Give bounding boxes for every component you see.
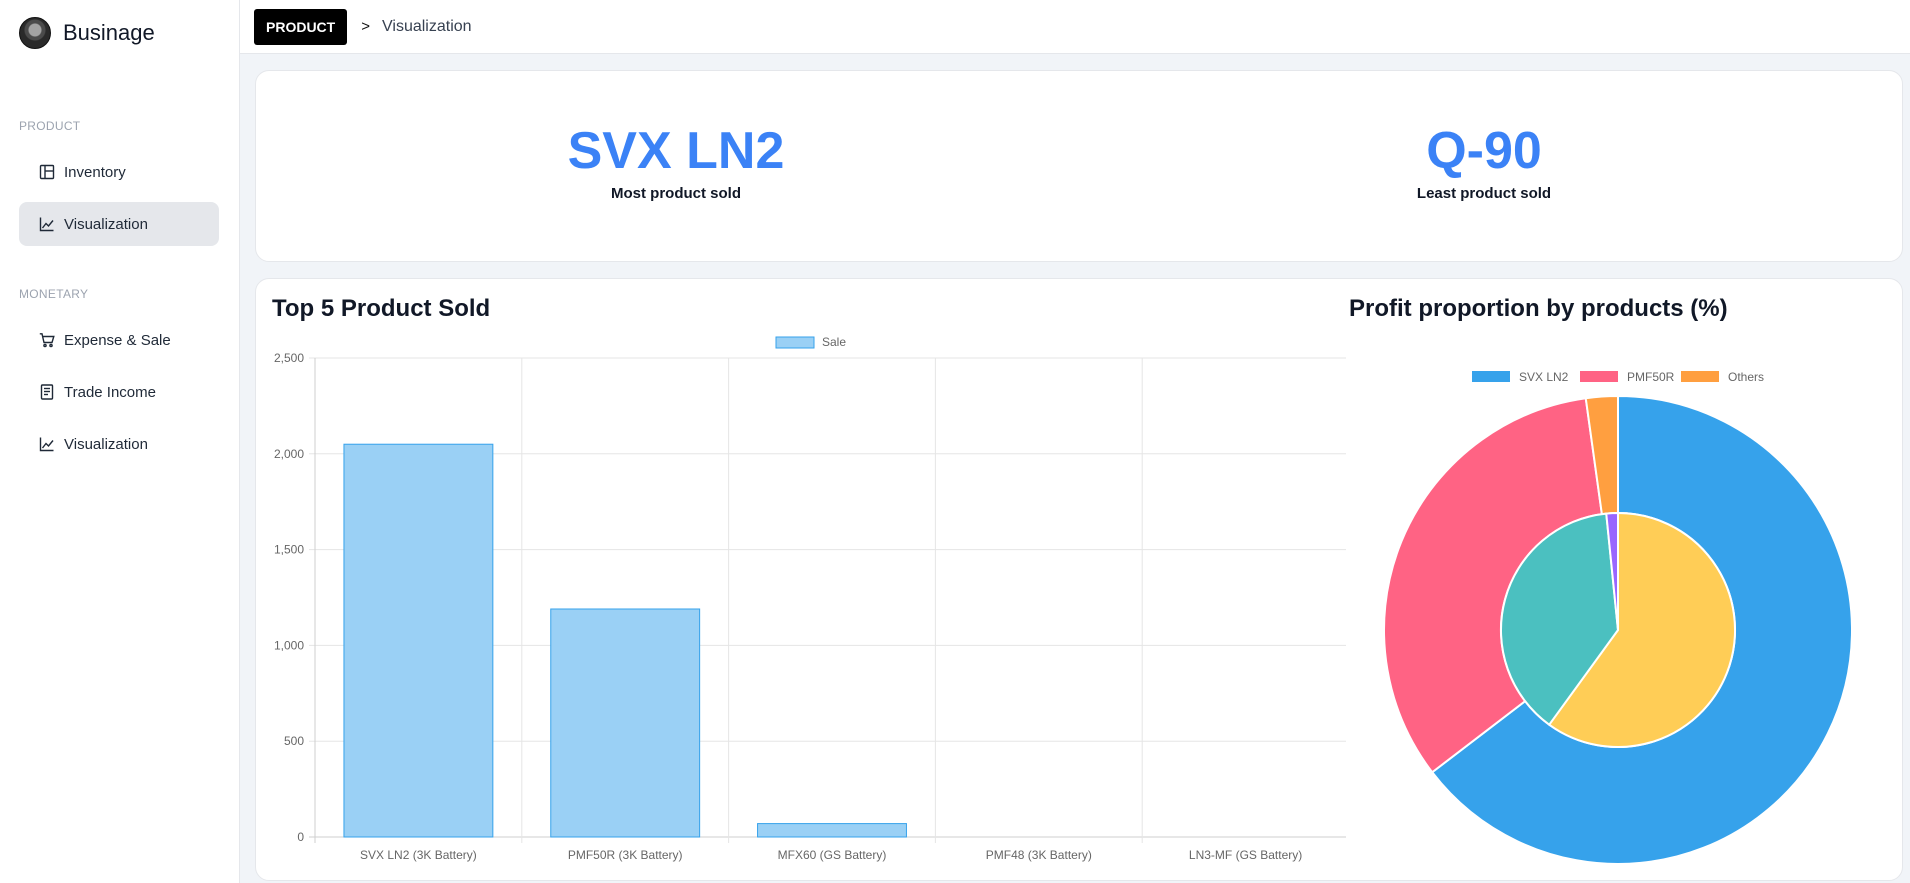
most-sold-stat: SVX LN2 Most product sold xyxy=(476,121,876,202)
least-sold-stat: Q-90 Least product sold xyxy=(1284,121,1684,202)
receipt-icon xyxy=(38,383,56,401)
brand[interactable]: Businage xyxy=(19,17,155,49)
charts-card: Top 5 Product Sold Profit proportion by … xyxy=(255,278,1903,881)
stats-card: SVX LN2 Most product sold Q-90 Least pro… xyxy=(255,70,1903,262)
line-chart-icon xyxy=(38,215,56,233)
y-tick-label: 2,000 xyxy=(274,447,304,461)
breadcrumb-separator: > xyxy=(361,18,370,35)
bar xyxy=(550,608,701,838)
sidebar-item-label: Visualization xyxy=(64,435,148,453)
legend-label-svx-ln2: SVX LN2 xyxy=(1519,370,1569,384)
cart-icon xyxy=(38,331,56,349)
breadcrumb-section-button[interactable]: PRODUCT xyxy=(254,8,348,45)
least-sold-value: Q-90 xyxy=(1426,122,1542,180)
sidebar-item-label: Visualization xyxy=(64,215,148,233)
legend-swatch-pmf50r xyxy=(1580,371,1618,382)
sidebar-item-inventory[interactable]: Inventory xyxy=(19,150,219,194)
sidebar-item-monetary-visualization[interactable]: Visualization xyxy=(19,422,219,466)
legend-swatch-svx-ln2 xyxy=(1472,371,1510,382)
sidebar-item-label: Inventory xyxy=(64,163,126,181)
bar-chart: Sale 0 500 1,000 1,500 2,000 2,500 SVX LN2 (3K … xyxy=(274,335,1346,862)
section-label-product: PRODUCT xyxy=(19,119,81,133)
bar xyxy=(757,823,907,838)
y-tick-label: 500 xyxy=(284,734,304,748)
breadcrumb: PRODUCT > Visualization xyxy=(240,0,1910,54)
legend-label-others: Others xyxy=(1728,370,1764,384)
sidebar-item-label: Expense & Sale xyxy=(64,331,171,349)
x-tick-label: PMF50R (3K Battery) xyxy=(568,848,683,862)
least-sold-label: Least product sold xyxy=(1416,185,1552,202)
brand-name: Businage xyxy=(63,20,155,45)
sidebar: Businage PRODUCT Inventory Visualization… xyxy=(0,0,240,883)
x-tick-label: PMF48 (3K Battery) xyxy=(986,848,1092,862)
x-tick-label: SVX LN2 (3K Battery) xyxy=(360,848,477,862)
most-sold-value: SVX LN2 xyxy=(567,122,785,180)
layout-icon xyxy=(38,163,56,181)
y-tick-label: 1,000 xyxy=(274,638,304,652)
sidebar-item-expense-sale[interactable]: Expense & Sale xyxy=(19,318,219,362)
section-label-monetary: MONETARY xyxy=(19,287,89,301)
legend-swatch-others xyxy=(1681,371,1719,382)
legend-label-sale: Sale xyxy=(822,335,846,349)
sidebar-item-product-visualization[interactable]: Visualization xyxy=(19,202,219,246)
sidebar-item-trade-income[interactable]: Trade Income xyxy=(19,370,219,414)
y-tick-label: 2,500 xyxy=(274,351,304,365)
breadcrumb-current: Visualization xyxy=(382,17,472,35)
y-tick-label: 0 xyxy=(297,830,304,844)
x-tick-label: MFX60 (GS Battery) xyxy=(778,848,887,862)
line-chart-icon xyxy=(38,435,56,453)
bar xyxy=(343,443,494,838)
sidebar-item-label: Trade Income xyxy=(64,383,156,401)
brand-avatar xyxy=(19,17,51,49)
legend-swatch-sale xyxy=(775,336,815,349)
y-tick-label: 1,500 xyxy=(274,543,304,557)
x-tick-label: LN3-MF (GS Battery) xyxy=(1189,848,1302,862)
legend-label-pmf50r: PMF50R xyxy=(1627,370,1675,384)
most-sold-label: Most product sold xyxy=(611,185,741,202)
pie-chart: SVX LN2 PMF50R Others xyxy=(1383,370,1853,865)
